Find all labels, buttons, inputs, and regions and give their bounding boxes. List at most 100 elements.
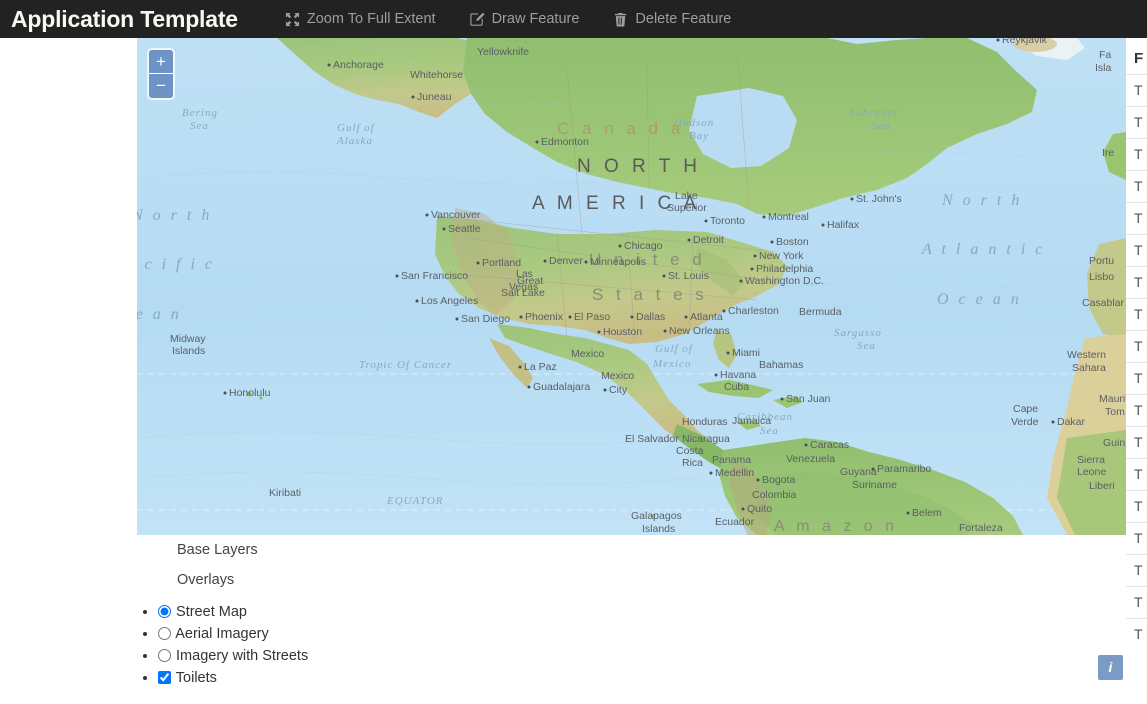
place-label: Costa bbox=[676, 445, 704, 457]
place-label: Mexico bbox=[571, 348, 604, 360]
place-label: Lisbo bbox=[1089, 271, 1114, 283]
place-marker-dot bbox=[603, 388, 607, 392]
street-map-radio[interactable] bbox=[158, 605, 171, 618]
place-label: Ecuador bbox=[715, 516, 755, 528]
map-zoom-controls[interactable]: + − bbox=[149, 50, 173, 98]
feature-list-item[interactable]: T bbox=[1126, 618, 1147, 650]
feature-list-item[interactable]: T bbox=[1126, 362, 1147, 394]
feature-list-item[interactable]: T bbox=[1126, 330, 1147, 362]
feature-list-item[interactable]: T bbox=[1126, 106, 1147, 138]
place-label: Yellowknife bbox=[477, 46, 529, 58]
feature-list-item[interactable]: T bbox=[1126, 170, 1147, 202]
layer-switcher-panel: Base Layers Overlays Street Map Aerial I… bbox=[137, 535, 637, 689]
place-label: Las bbox=[516, 268, 533, 280]
place-label: Montreal bbox=[768, 211, 809, 223]
application-root: Application Template Zoom To Full Extent bbox=[0, 0, 1147, 704]
layer-item-street-map[interactable]: Street Map bbox=[158, 601, 637, 623]
place-label: Chicago bbox=[624, 240, 663, 252]
place-label: Venezuela bbox=[786, 453, 835, 465]
layer-item-imagery-with-streets[interactable]: Imagery with Streets bbox=[158, 645, 637, 667]
imagery-with-streets-label[interactable]: Imagery with Streets bbox=[176, 648, 308, 664]
place-marker-dot bbox=[780, 397, 784, 401]
place-label: Philadelphia bbox=[756, 263, 813, 275]
place-label: Fa bbox=[1099, 49, 1111, 61]
place-marker-dot bbox=[527, 385, 531, 389]
place-marker-dot bbox=[662, 274, 666, 278]
place-marker-dot bbox=[753, 254, 757, 258]
feature-list-item[interactable]: T bbox=[1126, 586, 1147, 618]
place-marker-dot bbox=[722, 309, 726, 313]
street-map-label[interactable]: Street Map bbox=[176, 604, 247, 620]
place-marker-dot bbox=[442, 227, 446, 231]
zoom-to-full-extent-button[interactable]: Zoom To Full Extent bbox=[268, 0, 453, 38]
feature-list-item[interactable]: T bbox=[1126, 458, 1147, 490]
feature-list-item[interactable]: T bbox=[1126, 522, 1147, 554]
feature-list-item[interactable]: T bbox=[1126, 426, 1147, 458]
place-label: St. Louis bbox=[668, 270, 709, 282]
place-label: City bbox=[609, 384, 628, 396]
place-label: Cape bbox=[1013, 403, 1038, 415]
ocean-label: N o r t h bbox=[137, 207, 212, 224]
feature-list-item[interactable]: T bbox=[1126, 394, 1147, 426]
feature-list-item[interactable]: T bbox=[1126, 298, 1147, 330]
place-label: San Juan bbox=[786, 393, 831, 405]
draw-feature-button[interactable]: Draw Feature bbox=[453, 0, 597, 38]
place-marker-dot bbox=[762, 215, 766, 219]
place-marker-dot bbox=[476, 261, 480, 265]
imagery-with-streets-radio[interactable] bbox=[158, 649, 171, 662]
world-map-canvas: N o r t h P a c i f i c O c e a n N o r t h… bbox=[137, 38, 1126, 535]
place-label: Phoenix bbox=[525, 311, 564, 323]
place-marker-dot bbox=[739, 279, 743, 283]
sea-label: Labrador bbox=[848, 107, 899, 119]
base-layers-heading: Base Layers bbox=[177, 542, 258, 558]
map-info-button[interactable]: i bbox=[1098, 655, 1123, 680]
layer-item-toilets[interactable]: Toilets bbox=[158, 667, 637, 689]
aerial-imagery-label[interactable]: Aerial Imagery bbox=[175, 626, 268, 642]
place-marker-dot bbox=[756, 478, 760, 482]
place-marker-dot bbox=[687, 238, 691, 242]
delete-feature-button[interactable]: Delete Feature bbox=[596, 0, 748, 38]
continent-label: A m a z o n bbox=[774, 518, 898, 535]
layer-list: Street Map Aerial Imagery Imagery with S… bbox=[137, 601, 637, 689]
place-marker-dot bbox=[425, 213, 429, 217]
place-label: Vegas bbox=[509, 281, 538, 293]
feature-list-item[interactable]: T bbox=[1126, 490, 1147, 522]
place-label: Maurit bbox=[1099, 393, 1126, 405]
place-label: Juneau bbox=[417, 91, 452, 103]
zoom-out-button[interactable]: − bbox=[149, 74, 173, 98]
place-label: Honduras bbox=[682, 416, 728, 428]
sea-label: Gulf of bbox=[337, 122, 376, 134]
map-viewport[interactable]: N o r t h P a c i f i c O c e a n N o r t h… bbox=[137, 38, 1126, 535]
place-label: Isla bbox=[1095, 62, 1112, 74]
place-marker-dot bbox=[663, 329, 667, 333]
toilets-label[interactable]: Toilets bbox=[176, 670, 217, 686]
feature-list-item[interactable]: T bbox=[1126, 74, 1147, 106]
feature-list-item[interactable]: T bbox=[1126, 234, 1147, 266]
place-marker-dot bbox=[741, 507, 745, 511]
place-label: Islands bbox=[642, 523, 675, 535]
place-marker-dot bbox=[455, 317, 459, 321]
place-marker-dot bbox=[704, 219, 708, 223]
aerial-imagery-radio[interactable] bbox=[158, 627, 171, 640]
place-label: Edmonton bbox=[541, 136, 589, 148]
sea-label: Sea bbox=[872, 120, 891, 132]
place-label: Panama bbox=[712, 454, 751, 466]
layer-item-aerial-imagery[interactable]: Aerial Imagery bbox=[158, 623, 637, 645]
place-label: Whitehorse bbox=[410, 69, 463, 81]
place-label: La Paz bbox=[524, 361, 557, 373]
app-brand-title: Application Template bbox=[11, 6, 238, 32]
navbar-actions: Zoom To Full Extent Draw Feature Delete … bbox=[268, 0, 748, 38]
feature-list-item[interactable]: T bbox=[1126, 202, 1147, 234]
trash-icon bbox=[613, 12, 628, 27]
zoom-in-button[interactable]: + bbox=[149, 50, 173, 74]
place-label: Guyana bbox=[840, 466, 877, 478]
place-marker-dot bbox=[714, 373, 718, 377]
place-marker-dot bbox=[684, 315, 688, 319]
feature-list-item[interactable]: T bbox=[1126, 554, 1147, 586]
feature-list-item[interactable]: T bbox=[1126, 266, 1147, 298]
toilets-checkbox[interactable] bbox=[158, 671, 171, 684]
place-label: Los Angeles bbox=[421, 295, 478, 307]
feature-list-item[interactable]: T bbox=[1126, 138, 1147, 170]
place-label: Vancouver bbox=[431, 209, 481, 221]
place-label: Guin bbox=[1103, 437, 1125, 449]
